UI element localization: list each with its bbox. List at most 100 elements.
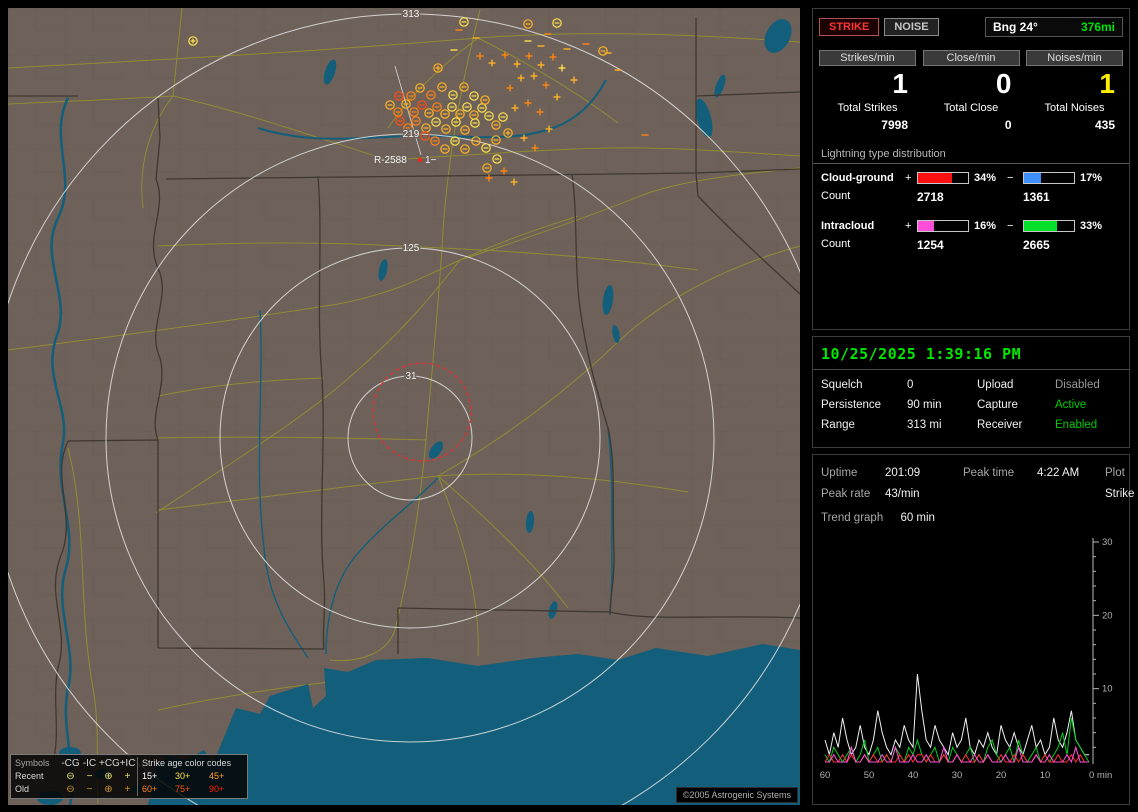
total-strikes-label: Total Strikes	[837, 102, 898, 114]
trend-box: Uptime 201:09 Peak time 4:22 AM Plot Pea…	[812, 454, 1134, 805]
legend-symbols-header: Symbols	[15, 758, 50, 768]
noises-per-min-button[interactable]: Noises/min	[1026, 50, 1123, 66]
close-per-min-button[interactable]: Close/min	[922, 50, 1020, 66]
total-close-label: Total Close	[943, 102, 999, 114]
age-60: 60+	[137, 783, 175, 796]
svg-text:60: 60	[820, 770, 831, 781]
peak-time-label: Peak time	[963, 467, 1015, 479]
peak-rate-label: Peak rate	[821, 488, 871, 500]
counters-box: STRIKE NOISE Bng 24° 376mi Strikes/min 1…	[812, 8, 1130, 330]
legend-col-neg-cg: -CG	[61, 758, 80, 769]
legend-col-pos-cg: +CG	[99, 758, 120, 769]
range-value: 313 mi	[907, 419, 942, 431]
bearing-range-value: 376mi	[1080, 20, 1115, 34]
age-30: 30+	[175, 771, 191, 781]
total-close-value: 0	[1004, 118, 1012, 132]
svg-text:125: 125	[403, 243, 420, 254]
strikes-per-min-button[interactable]: Strikes/min	[819, 50, 916, 66]
cg-plus-pct: 34%	[974, 172, 997, 184]
svg-text:R-2588: R-2588	[374, 155, 407, 166]
squelch-label: Squelch	[821, 379, 863, 391]
squelch-value: 0	[907, 379, 914, 391]
peak-rate-value: 43/min	[885, 488, 920, 500]
pos-cg-recent-icon: ⊕	[104, 771, 113, 782]
ic-plus-bar	[917, 220, 969, 232]
svg-text:219: 219	[403, 129, 420, 140]
svg-text:31: 31	[405, 371, 417, 382]
svg-text:40: 40	[908, 770, 919, 781]
receiver-status: Enabled	[1055, 419, 1098, 431]
datetime-display: 10/25/2025 1:39:16 PM	[813, 337, 1129, 370]
age-90: 90+	[209, 784, 225, 794]
legend-col-pos-ic: +IC	[119, 758, 136, 769]
plus-sign: +	[905, 172, 912, 184]
cloud-ground-row: Cloud-ground + 34% − 17%	[813, 164, 1129, 184]
cloud-ground-label: Cloud-ground	[821, 172, 894, 184]
svg-text:313: 313	[403, 9, 420, 20]
cg-minus-count: 1361	[1023, 190, 1050, 204]
cg-minus-bar	[1023, 172, 1075, 184]
pos-ic-old-icon: +	[124, 784, 131, 795]
intracloud-label: Intracloud	[821, 220, 875, 232]
minus-sign: −	[1007, 172, 1014, 184]
cg-plus-count: 2718	[917, 190, 944, 204]
receiver-label: Receiver	[977, 419, 1023, 431]
pos-ic-recent-icon: +	[124, 771, 131, 782]
copyright: ©2005 Astrogenic Systems	[675, 787, 798, 803]
bearing-readout: Bng 24° 376mi	[985, 17, 1123, 37]
strike-mode-button[interactable]: STRIKE	[819, 18, 880, 36]
svg-text:20: 20	[996, 770, 1007, 781]
bearing-value: Bng 24°	[993, 20, 1038, 34]
total-noises-value: 435	[1094, 118, 1115, 132]
age-15: 15+	[137, 770, 175, 783]
total-strikes-value: 7998	[881, 118, 908, 132]
intracloud-row: Intracloud + 16% − 33%	[813, 212, 1129, 232]
neg-ic-recent-icon: −	[86, 771, 93, 782]
svg-text:20: 20	[1102, 610, 1113, 621]
close-per-min-value: 0	[995, 68, 1012, 99]
legend-recent-label: Recent	[15, 771, 44, 781]
count-label: Count	[821, 238, 851, 250]
map-panel: R-2588 1− 313 219 125 31 Symbols -CG -IC +CG …	[8, 8, 800, 805]
app-window: R-2588 1− 313 219 125 31 Symbols -CG -IC +CG …	[0, 0, 1138, 812]
trend-graph: 10 20 30 60 50 40 30 20 10 0 min	[820, 537, 1113, 781]
intracloud-count-row: Count 1254 2665	[813, 232, 1129, 252]
plus-sign: +	[905, 220, 912, 232]
legend-age-header: Strike age color codes	[137, 757, 243, 770]
total-noises-label: Total Noises	[1044, 102, 1105, 114]
noise-mode-button[interactable]: NOISE	[884, 18, 939, 36]
ic-minus-count: 2665	[1023, 238, 1050, 252]
ic-minus-bar	[1023, 220, 1075, 232]
trend-graph-window: 60 min	[900, 512, 935, 524]
legend-old-label: Old	[15, 784, 30, 794]
cg-plus-bar	[917, 172, 969, 184]
minus-sign: −	[1007, 220, 1014, 232]
ic-plus-count: 1254	[917, 238, 944, 252]
legend-col-neg-ic: -IC	[82, 758, 97, 769]
ic-minus-pct: 33%	[1080, 220, 1103, 232]
distribution-title: Lightning type distribution	[821, 148, 946, 160]
upload-label: Upload	[977, 379, 1014, 391]
noises-per-min-value: 1	[1099, 68, 1115, 99]
persistence-label: Persistence	[821, 399, 882, 411]
persistence-value: 90 min	[907, 399, 942, 411]
upload-status: Disabled	[1055, 379, 1100, 391]
strikes-per-min-value: 1	[892, 68, 908, 99]
svg-text:50: 50	[864, 770, 875, 781]
capture-label: Capture	[977, 399, 1018, 411]
strike-legend: Symbols -CG -IC +CG +IC Strike age color…	[10, 754, 248, 799]
svg-text:10: 10	[1040, 770, 1051, 781]
pos-cg-old-icon: ⊕	[104, 784, 113, 795]
range-label: Range	[821, 419, 855, 431]
ic-plus-pct: 16%	[974, 220, 997, 232]
peak-time-value: 4:22 AM	[1037, 467, 1080, 479]
svg-text:1−: 1−	[425, 155, 437, 166]
capture-status: Active	[1055, 399, 1087, 411]
age-45: 45+	[209, 771, 225, 781]
trend-graph-label: Trend graph	[821, 512, 884, 524]
plot-value: Strike	[1105, 488, 1135, 500]
age-75: 75+	[175, 784, 191, 794]
svg-text:0 min: 0 min	[1089, 770, 1112, 781]
lightning-map[interactable]: R-2588 1− 313 219 125 31	[8, 8, 800, 805]
svg-text:30: 30	[1102, 537, 1113, 548]
